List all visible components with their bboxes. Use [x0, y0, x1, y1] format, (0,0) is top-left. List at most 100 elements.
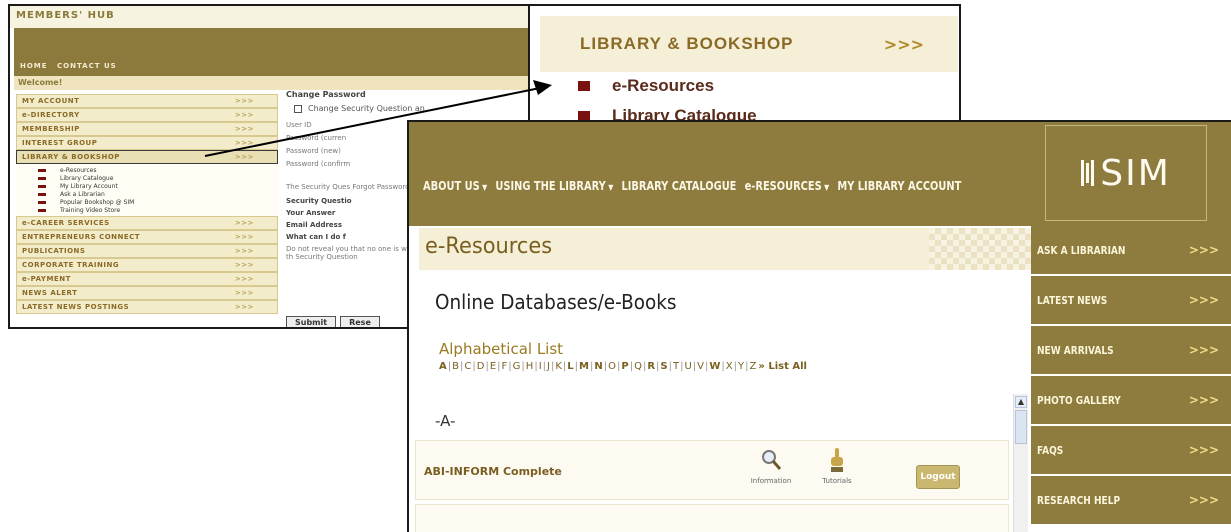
alphabet-letter-s[interactable]: S — [660, 361, 667, 372]
sidebar-item-new-arrivals[interactable]: NEW ARRIVALS >>> — [1031, 326, 1231, 376]
alphabet-letter-e[interactable]: E — [490, 361, 496, 372]
information-tool[interactable]: Information — [746, 447, 796, 485]
nav-using-the-library[interactable]: USING THE LIBRARY ▼ — [495, 179, 613, 193]
alphabet-letter-m[interactable]: M — [579, 361, 589, 372]
current-letter-heading: -A- — [435, 412, 456, 430]
menu-item-library-bookshop[interactable]: LIBRARY & BOOKSHOP >>> — [16, 150, 278, 164]
menu-item-latest-news-postings[interactable]: LATEST NEWS POSTINGS >>> — [16, 300, 278, 314]
alphabet-letter-l[interactable]: L — [567, 361, 573, 372]
menu-item-interest-group[interactable]: INTEREST GROUP >>> — [16, 136, 278, 150]
alphabet-letter-j[interactable]: J — [547, 361, 550, 372]
alphabet-letter-z[interactable]: Z — [750, 361, 757, 372]
menu-item-publications[interactable]: PUBLICATIONS >>> — [16, 244, 278, 258]
scroll-up-icon[interactable]: ▲ — [1015, 396, 1027, 408]
menu-item-e-directory[interactable]: e-DIRECTORY >>> — [16, 108, 278, 122]
sidebar-item-research-help[interactable]: RESEARCH HELP >>> — [1031, 476, 1231, 526]
sim-logo[interactable]: SIM — [1045, 125, 1207, 221]
alphabetical-list-title: Alphabetical List — [439, 340, 564, 358]
separator: | — [656, 361, 660, 372]
chevron-right-icon: >>> — [1188, 343, 1219, 357]
alphabet-letter-t[interactable]: T — [673, 361, 679, 372]
menu-arrow: >>> — [234, 247, 254, 255]
alphabet-letter-h[interactable]: H — [526, 361, 534, 372]
submenu-item-ask-a-librarian[interactable]: Ask a Librarian — [38, 190, 278, 198]
contact-us-link[interactable]: CONTACT US — [57, 62, 117, 70]
alphabet-letter-o[interactable]: O — [608, 361, 616, 372]
logout-button[interactable]: Logout — [916, 465, 960, 489]
sidebar-item-photo-gallery[interactable]: PHOTO GALLERY >>> — [1031, 376, 1231, 426]
menu-label: NEWS ALERT — [22, 289, 78, 297]
sidebar-label: FAQS — [1037, 443, 1064, 457]
checkbox-icon[interactable] — [294, 104, 302, 113]
library-bookshop-header[interactable]: LIBRARY & BOOKSHOP >>> — [540, 16, 958, 72]
tutorials-tool[interactable]: Tutorials — [812, 447, 862, 485]
scrollbar[interactable]: ▲ — [1013, 394, 1028, 532]
alphabet-letter-q[interactable]: Q — [634, 361, 642, 372]
alphabet-letter-c[interactable]: C — [464, 361, 471, 372]
submit-button[interactable]: Submit — [286, 316, 337, 327]
database-name-link[interactable]: ABI-INFORM Complete — [424, 465, 562, 478]
reset-button[interactable]: Rese — [340, 316, 380, 327]
menu-item-membership[interactable]: MEMBERSHIP >>> — [16, 122, 278, 136]
alphabet-letter-w[interactable]: W — [709, 361, 720, 372]
alphabet-letter-k[interactable]: K — [555, 361, 562, 372]
sim-sidebar: ASK A LIBRARIAN >>> LATEST NEWS >>> NEW AR… — [1031, 226, 1231, 526]
library-bookshop-title: LIBRARY & BOOKSHOP — [580, 34, 794, 53]
separator: | — [642, 361, 647, 372]
menu-item-my-account[interactable]: MY ACCOUNT >>> — [16, 94, 278, 108]
menu-item-entrepreneurs-connect[interactable]: ENTREPRENEURS CONNECT >>> — [16, 230, 278, 244]
submenu-item-e-resources[interactable]: e-Resources — [38, 166, 278, 174]
submenu-item-my-library-account[interactable]: My Library Account — [38, 182, 278, 190]
nav-my-library-account[interactable]: MY LIBRARY ACCOUNT — [837, 179, 961, 193]
alphabet-letter-v[interactable]: V — [697, 361, 704, 372]
sidebar-item-faqs[interactable]: FAQS >>> — [1031, 426, 1231, 476]
alphabet-letter-n[interactable]: N — [594, 361, 602, 372]
nav-e-resources[interactable]: e-RESOURCES ▼ — [745, 179, 830, 193]
sidebar-label: LATEST NEWS — [1037, 293, 1108, 307]
alphabet-letter-u[interactable]: U — [684, 361, 691, 372]
sidebar-item-latest-news[interactable]: LATEST NEWS >>> — [1031, 276, 1231, 326]
alphabet-letter-b[interactable]: B — [452, 361, 459, 372]
menu-item-e-career-services[interactable]: e-CAREER SERVICES >>> — [16, 216, 278, 230]
scroll-thumb[interactable] — [1015, 410, 1027, 444]
alphabet-letter-y[interactable]: Y — [738, 361, 744, 372]
alphabet-letter-i[interactable]: I — [539, 361, 542, 372]
alphabet-letter-a[interactable]: A — [439, 361, 447, 372]
submenu-item-library-catalogue[interactable]: Library Catalogue — [38, 174, 278, 182]
nav-about-us[interactable]: ABOUT US ▼ — [423, 179, 487, 193]
bullet-icon — [38, 168, 46, 172]
home-link[interactable]: HOME — [20, 62, 48, 70]
alphabet-letter-g[interactable]: G — [513, 361, 521, 372]
chevron-right-icon: >>> — [1188, 493, 1219, 507]
separator: | — [485, 361, 489, 372]
alphabet-letter-p[interactable]: P — [621, 361, 628, 372]
caret-down-icon: ▼ — [482, 183, 488, 192]
alphabet-letter-d[interactable]: D — [477, 361, 485, 372]
form-heading: Change Password — [286, 90, 366, 99]
submenu-item-popular-bookshop[interactable]: Popular Bookshop @ SIM — [38, 198, 278, 206]
security-question-checkbox[interactable]: Change Security Question an — [294, 104, 536, 113]
separator: | — [692, 361, 697, 372]
section-title: Online Databases/e-Books — [435, 290, 677, 314]
separator: | — [562, 361, 567, 372]
separator: | — [629, 361, 634, 372]
nav-label: e-RESOURCES — [744, 179, 822, 193]
menu-arrow: >>> — [234, 97, 254, 105]
zoom-item-e-resources[interactable]: e-Resources — [578, 76, 714, 96]
submenu-label: Ask a Librarian — [60, 190, 105, 198]
menu-arrow: >>> — [234, 139, 254, 147]
menu-item-e-payment[interactable]: e-PAYMENT >>> — [16, 272, 278, 286]
menu-item-corporate-training[interactable]: CORPORATE TRAINING >>> — [16, 258, 278, 272]
submenu-item-training-video-store[interactable]: Training Video Store — [38, 206, 278, 214]
menu-label: LIBRARY & BOOKSHOP — [22, 153, 120, 161]
alphabet-letter-r[interactable]: R — [647, 361, 655, 372]
hub-banner: HOME CONTACT US — [14, 28, 534, 76]
separator: | — [542, 361, 547, 372]
nav-library-catalogue[interactable]: LIBRARY CATALOGUE — [621, 179, 736, 193]
sidebar-item-ask-a-librarian[interactable]: ASK A LIBRARIAN >>> — [1031, 226, 1231, 276]
alphabet-letter-x[interactable]: X — [726, 361, 733, 372]
alphabet-letter-f[interactable]: F — [502, 361, 508, 372]
menu-item-news-alert[interactable]: NEWS ALERT >>> — [16, 286, 278, 300]
list-all-link[interactable]: » List All — [758, 361, 807, 372]
alphabet-index: A | B | C | D | E | F | G | H | I | J | K | L | M | N | O | P | Q | R | S | T |… — [439, 361, 807, 372]
